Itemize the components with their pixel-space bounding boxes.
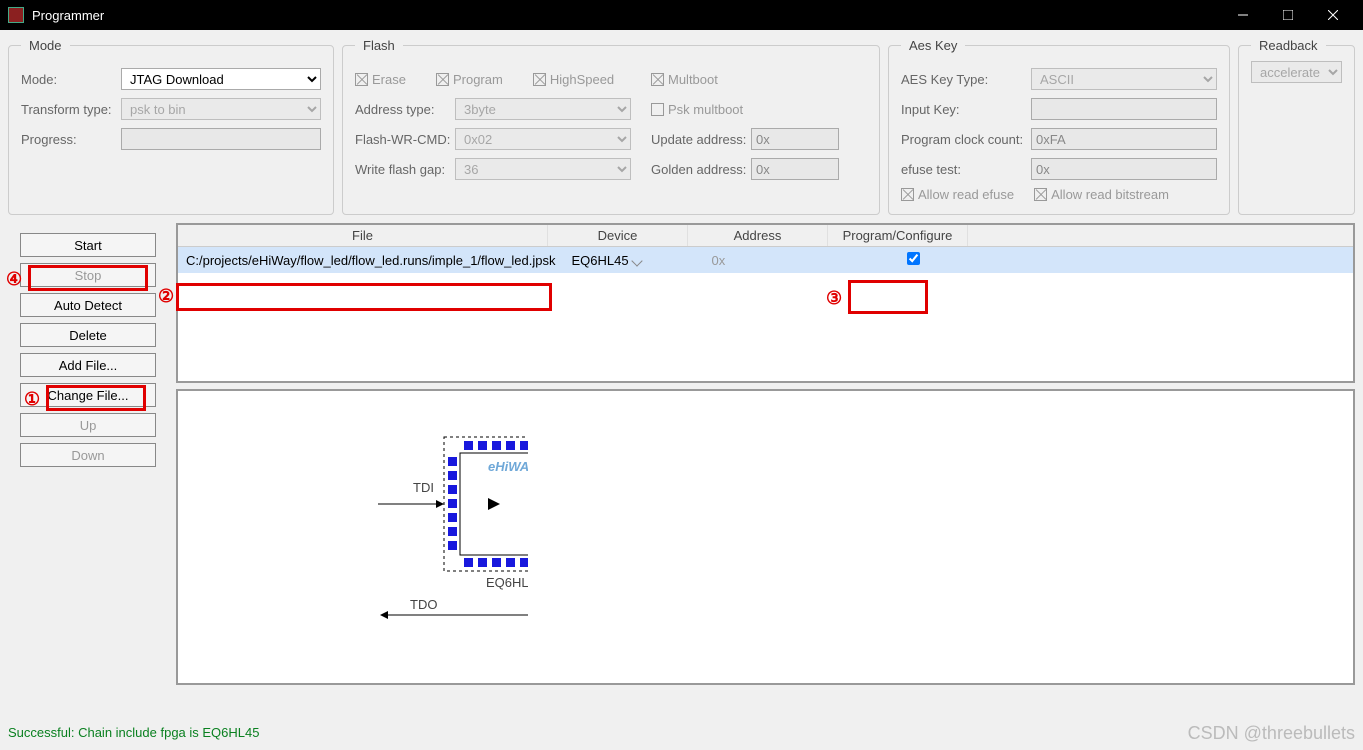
progress-input [121, 128, 321, 150]
mode-select[interactable]: JTAG Download [121, 68, 321, 90]
program-row-checkbox[interactable] [907, 252, 920, 265]
erase-checkbox[interactable]: Erase [355, 72, 406, 87]
status-bar: Successful: Chain include fpga is EQ6HL4… [8, 725, 259, 740]
tdi-label: TDI [413, 480, 434, 495]
allowbitstream-checkbox[interactable]: Allow read bitstream [1034, 187, 1169, 202]
readback-select[interactable]: accelerate [1251, 61, 1342, 83]
cell-file: C:/projects/eHiWay/flow_led/flow_led.run… [178, 250, 563, 271]
cell-device: EQ6HL45 [563, 250, 703, 271]
clockcount-label: Program clock count: [901, 132, 1031, 147]
flashwrcmd-label: Flash-WR-CMD: [355, 132, 455, 147]
watermark: CSDN @threebullets [1188, 723, 1355, 744]
close-button[interactable] [1310, 0, 1355, 30]
inputkey-label: Input Key: [901, 102, 1031, 117]
writegap-label: Write flash gap: [355, 162, 455, 177]
up-button[interactable]: Up [20, 413, 156, 437]
app-icon [8, 7, 24, 23]
goldenaddr-input[interactable] [751, 158, 839, 180]
mode-legend: Mode [21, 38, 70, 53]
stop-button[interactable]: Stop [20, 263, 156, 287]
file-table: File Device Address Program/Configure C:… [176, 223, 1355, 383]
progress-label: Progress: [21, 132, 121, 147]
delete-button[interactable]: Delete [20, 323, 156, 347]
updateaddr-input[interactable] [751, 128, 839, 150]
maximize-button[interactable] [1265, 0, 1310, 30]
col-program-header: Program/Configure [828, 225, 968, 246]
down-button[interactable]: Down [20, 443, 156, 467]
cell-program [843, 249, 983, 271]
flashwrcmd-select[interactable]: 0x02 [455, 128, 631, 150]
keytype-select[interactable]: ASCII [1031, 68, 1217, 90]
efusetest-label: efuse test: [901, 162, 1031, 177]
flash-panel: Flash Erase Program HighSpeed Address ty… [342, 38, 880, 215]
inputkey-input[interactable] [1031, 98, 1217, 120]
mode-panel: Mode Mode: JTAG Download Transform type:… [8, 38, 334, 215]
change-file-button[interactable]: Change File... [20, 383, 156, 407]
updateaddr-label: Update address: [651, 132, 751, 147]
pskmultboot-checkbox[interactable]: Psk multboot [651, 102, 743, 117]
col-address-header: Address [688, 225, 828, 246]
table-header: File Device Address Program/Configure [178, 225, 1353, 247]
goldenaddr-label: Golden address: [651, 162, 751, 177]
brand-label: eHiWAY [488, 459, 528, 474]
col-device-header: Device [548, 225, 688, 246]
chevron-down-icon[interactable] [631, 255, 642, 266]
keytype-label: AES Key Type: [901, 72, 1031, 87]
program-checkbox[interactable]: Program [436, 72, 503, 87]
title-bar: Programmer [0, 0, 1363, 30]
readback-panel: Readback accelerate [1238, 38, 1355, 215]
table-row[interactable]: C:/projects/eHiWay/flow_led/flow_led.run… [178, 247, 1353, 273]
auto-detect-button[interactable]: Auto Detect [20, 293, 156, 317]
chip-label: EQ6HL45 [486, 575, 528, 590]
aes-legend: Aes Key [901, 38, 965, 53]
readback-legend: Readback [1251, 38, 1326, 53]
chain-diagram: TDI eHiWAY EQ6HL45 TDO [176, 389, 1355, 685]
add-file-button[interactable]: Add File... [20, 353, 156, 377]
addrtype-select[interactable]: 3byte [455, 98, 631, 120]
clockcount-input[interactable] [1031, 128, 1217, 150]
side-buttons: Start Stop Auto Detect Delete Add File..… [8, 223, 168, 685]
cell-address: 0x [703, 250, 843, 271]
addrtype-label: Address type: [355, 102, 455, 117]
tdo-label: TDO [410, 597, 437, 612]
transform-select[interactable]: psk to bin [121, 98, 321, 120]
writegap-select[interactable]: 36 [455, 158, 631, 180]
efusetest-input[interactable] [1031, 158, 1217, 180]
mode-label: Mode: [21, 72, 121, 87]
minimize-button[interactable] [1220, 0, 1265, 30]
highspeed-checkbox[interactable]: HighSpeed [533, 72, 614, 87]
start-button[interactable]: Start [20, 233, 156, 257]
transform-label: Transform type: [21, 102, 121, 117]
allowefuse-checkbox[interactable]: Allow read efuse [901, 187, 1014, 202]
flash-legend: Flash [355, 38, 403, 53]
window-title: Programmer [32, 8, 1220, 23]
col-file-header: File [178, 225, 548, 246]
aes-panel: Aes Key AES Key Type: ASCII Input Key: P… [888, 38, 1230, 215]
multboot-checkbox[interactable]: Multboot [651, 72, 718, 87]
